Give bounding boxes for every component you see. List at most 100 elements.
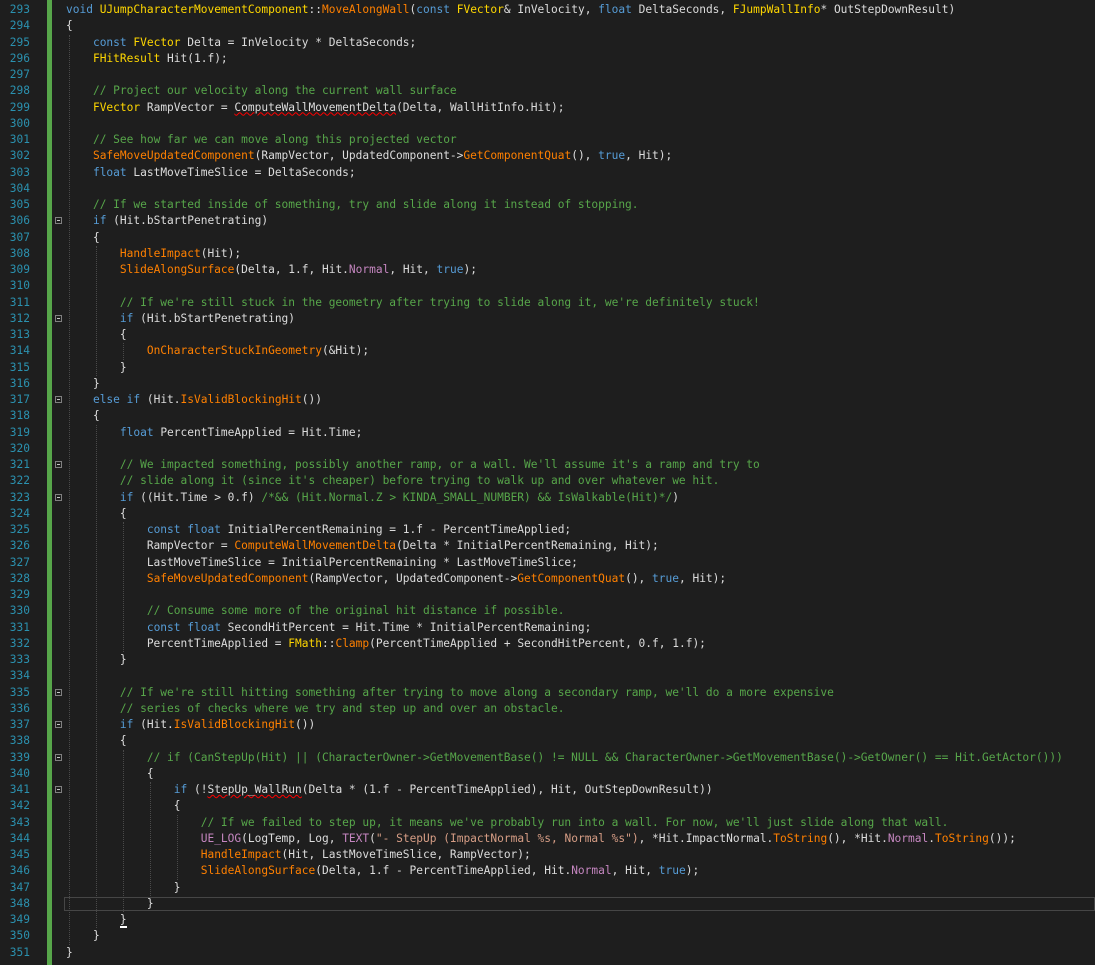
code-line[interactable]: 309 SlideAlongSurface(Delta, 1.f, Hit.No… xyxy=(0,262,1095,278)
code-line[interactable]: 315 } xyxy=(0,360,1095,376)
code-line[interactable]: 347 } xyxy=(0,880,1095,896)
code-line[interactable]: 298 // Project our velocity along the cu… xyxy=(0,83,1095,99)
code-line[interactable]: 318 { xyxy=(0,408,1095,424)
code-line[interactable]: 312 if (Hit.bStartPenetrating) xyxy=(0,311,1095,327)
code-line[interactable]: 344 UE_LOG(LogTemp, Log, TEXT("- StepUp … xyxy=(0,831,1095,847)
collapse-toggle-icon[interactable] xyxy=(55,461,62,468)
code-line[interactable]: 328 SafeMoveUpdatedComponent(RampVector,… xyxy=(0,571,1095,587)
code-token: (Hit, LastMoveTimeSlice, RampVector); xyxy=(281,848,531,861)
code-line[interactable]: 314 OnCharacterStuckInGeometry(&Hit); xyxy=(0,343,1095,359)
code-line[interactable]: 341 if (!StepUp_WallRun(Delta * (1.f - P… xyxy=(0,782,1095,798)
code-line[interactable]: 337 if (Hit.IsValidBlockingHit()) xyxy=(0,717,1095,733)
code-line[interactable]: 340 { xyxy=(0,766,1095,782)
line-number: 337 xyxy=(9,718,30,731)
indent-guide xyxy=(123,343,124,360)
code-line[interactable]: 319 float PercentTimeApplied = Hit.Time; xyxy=(0,425,1095,441)
code-token: RampVector = xyxy=(140,100,235,114)
code-line[interactable]: 331 const float SecondHitPercent = Hit.T… xyxy=(0,620,1095,636)
code-line[interactable]: 332 PercentTimeApplied = FMath::Clamp(Pe… xyxy=(0,636,1095,652)
code-line[interactable]: 307 { xyxy=(0,230,1095,246)
code-line[interactable]: 316 } xyxy=(0,376,1095,392)
code-line[interactable]: 348 } xyxy=(0,896,1095,912)
code-token: SlideAlongSurface xyxy=(200,864,316,878)
code-line[interactable]: 308 HandleImpact(Hit); xyxy=(0,246,1095,262)
code-line[interactable]: 311 // If we're still stuck in the geome… xyxy=(0,295,1095,311)
code-line[interactable]: 300 xyxy=(0,116,1095,132)
code-line[interactable]: 294 { xyxy=(0,18,1095,34)
collapse-toggle-icon[interactable] xyxy=(55,786,62,793)
code-line[interactable]: 321 // We impacted something, possibly a… xyxy=(0,457,1095,473)
code-line[interactable]: 310 xyxy=(0,278,1095,294)
code-token: // If we're still hitting something afte… xyxy=(119,685,834,699)
code-line[interactable]: 323 if ((Hit.Time > 0.f) /*&& (Hit.Norma… xyxy=(0,490,1095,506)
code-text: // If we're still hitting something afte… xyxy=(66,685,834,701)
code-line[interactable]: 327 LastMoveTimeSlice = InitialPercentRe… xyxy=(0,555,1095,571)
code-line[interactable]: 324 { xyxy=(0,506,1095,522)
collapse-toggle-icon[interactable] xyxy=(55,721,62,728)
line-number: 310 xyxy=(9,279,30,293)
code-line[interactable]: 297 xyxy=(0,67,1095,83)
code-line[interactable]: 299 FVector RampVector = ComputeWallMove… xyxy=(0,100,1095,116)
collapse-toggle-icon[interactable] xyxy=(55,688,62,696)
code-token: RampVector = xyxy=(66,539,235,553)
code-line[interactable]: 345 HandleImpact(Hit, LastMoveTimeSlice,… xyxy=(0,847,1095,863)
code-line[interactable]: 306 if (Hit.bStartPenetrating) xyxy=(0,213,1095,229)
collapse-toggle-icon[interactable] xyxy=(55,493,62,501)
code-line[interactable]: 335 // If we're still hitting something … xyxy=(0,685,1095,701)
code-token: if xyxy=(92,214,107,228)
code-line[interactable]: 305 // If we started inside of something… xyxy=(0,197,1095,213)
code-line[interactable]: 296 FHitResult Hit(1.f); xyxy=(0,51,1095,67)
code-line[interactable]: 320 xyxy=(0,441,1095,457)
line-number: 341 xyxy=(9,783,30,796)
code-text: SafeMoveUpdatedComponent(RampVector, Upd… xyxy=(66,148,672,164)
code-line[interactable]: 350 } xyxy=(0,928,1095,944)
line-number: 334 xyxy=(9,669,30,683)
code-token: } xyxy=(66,929,100,943)
code-line[interactable]: 322 // slide along it (since it's cheape… xyxy=(0,473,1095,489)
indent-guide xyxy=(96,424,97,929)
code-line[interactable]: 336 // series of checks where we try and… xyxy=(0,701,1095,717)
code-line[interactable]: 329 xyxy=(0,587,1095,603)
line-number: 313 xyxy=(9,328,30,341)
code-editor[interactable]: 293 void UJumpCharacterMovementComponent:… xyxy=(0,0,1095,965)
code-line[interactable]: 326 RampVector = ComputeWallMovementDelt… xyxy=(0,538,1095,554)
code-line[interactable]: 342 { xyxy=(0,798,1095,814)
code-line[interactable]: 304 xyxy=(0,181,1095,197)
collapse-toggle-icon[interactable] xyxy=(55,753,62,761)
code-line[interactable]: 333 } xyxy=(0,652,1095,668)
code-line[interactable]: 346 SlideAlongSurface(Delta, 1.f - Perce… xyxy=(0,863,1095,879)
code-line[interactable]: 351} xyxy=(0,945,1095,961)
code-text: if (!StepUp_WallRun(Delta * (1.f - Perce… xyxy=(66,782,713,798)
code-line[interactable]: 325 const float InitialPercentRemaining … xyxy=(0,522,1095,538)
code-line[interactable]: 301 // See how far we can move along thi… xyxy=(0,132,1095,148)
line-number: 335 xyxy=(9,685,30,699)
code-line[interactable]: 317 else if (Hit.IsValidBlockingHit()) xyxy=(0,392,1095,408)
code-text: // Project our velocity along the curren… xyxy=(66,83,457,99)
code-line[interactable]: 334 xyxy=(0,668,1095,684)
code-token: ); xyxy=(463,263,477,276)
code-line[interactable]: 295 const FVector Delta = InVelocity * D… xyxy=(0,35,1095,51)
code-line[interactable]: 302 SafeMoveUpdatedComponent(RampVector,… xyxy=(0,148,1095,164)
code-line[interactable]: 349 } xyxy=(0,912,1095,928)
code-line[interactable]: 338 { xyxy=(0,733,1095,749)
code-token: Normal xyxy=(348,263,390,276)
code-line[interactable]: 293 void UJumpCharacterMovementComponent:… xyxy=(0,2,1095,18)
code-line[interactable]: 339 // if (CanStepUp(Hit) || (CharacterO… xyxy=(0,750,1095,766)
line-number: 300 xyxy=(9,116,30,130)
code-line[interactable]: 313 { xyxy=(0,327,1095,343)
line-number: 295 xyxy=(9,35,30,49)
collapse-toggle-icon[interactable] xyxy=(55,217,62,225)
collapse-toggle-icon[interactable] xyxy=(55,314,62,322)
code-line[interactable]: 330 // Consume some more of the original… xyxy=(0,603,1095,619)
collapse-toggle-icon[interactable] xyxy=(55,396,62,403)
code-token: // if (CanStepUp(Hit) || (CharacterOwner… xyxy=(146,750,1063,764)
code-line[interactable]: 303 float LastMoveTimeSlice = DeltaSecon… xyxy=(0,165,1095,181)
code-line[interactable]: 343 // If we failed to step up, it means… xyxy=(0,815,1095,831)
